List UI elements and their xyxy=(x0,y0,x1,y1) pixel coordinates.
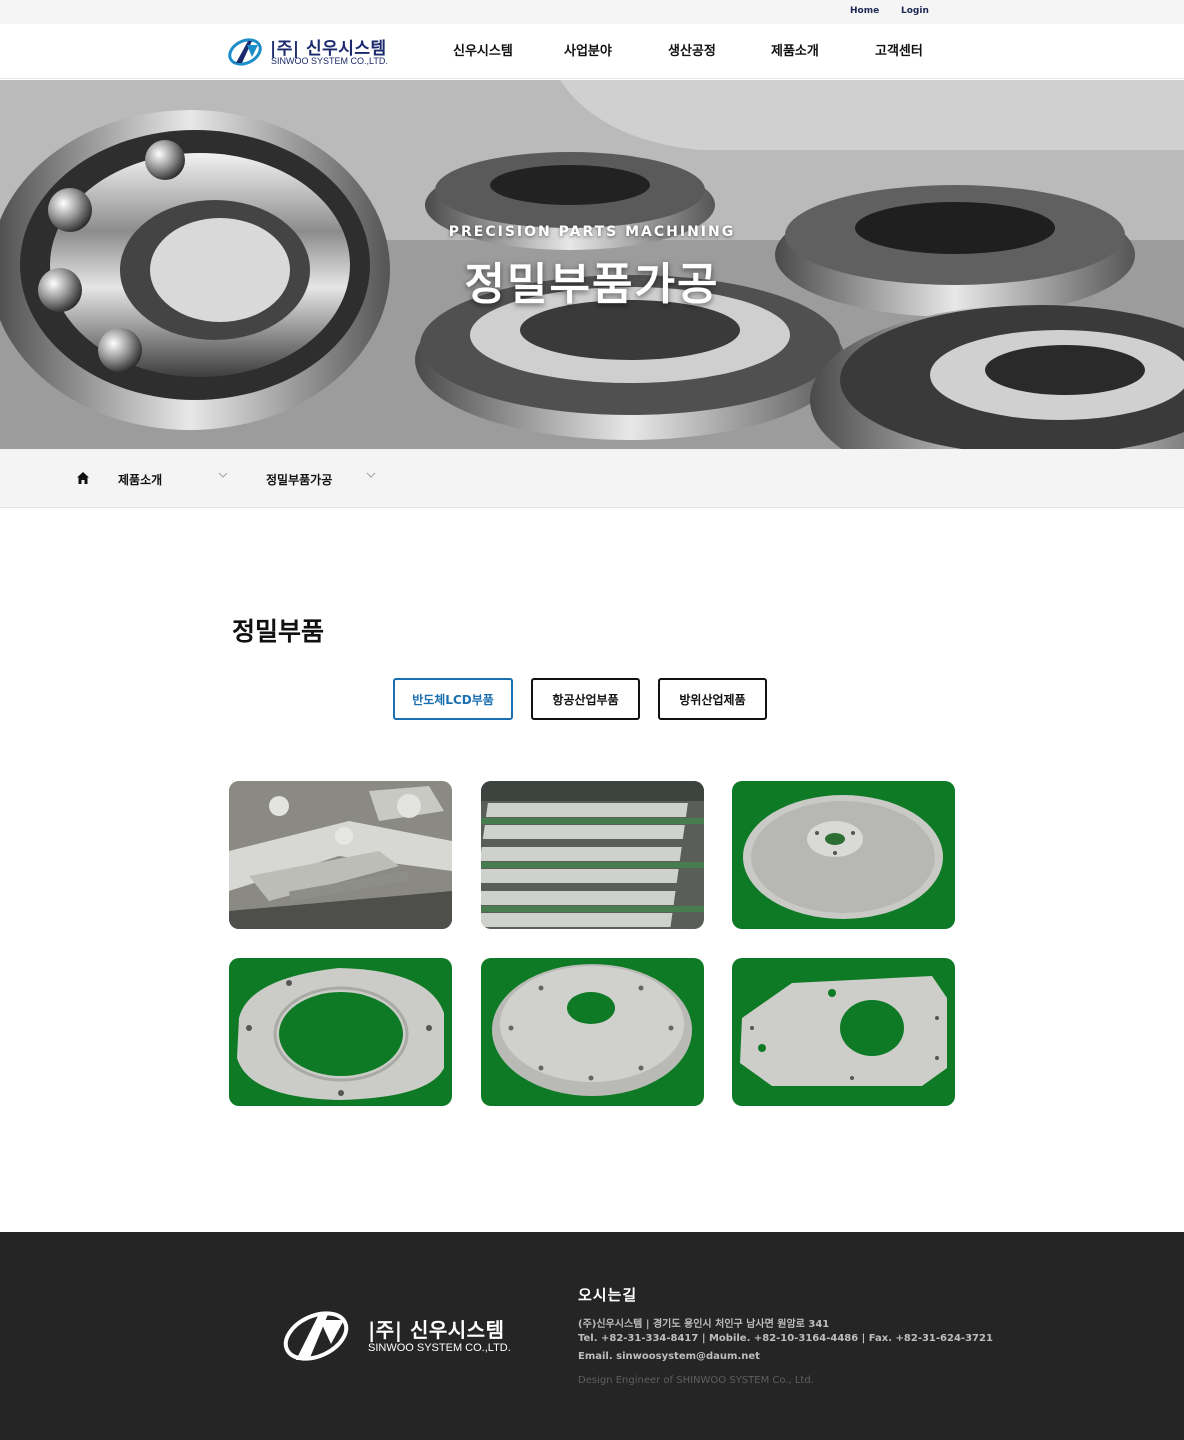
product-thumbnail[interactable] xyxy=(732,781,955,929)
site-footer: |주| 신우시스템 SINWOO SYSTEM CO.,LTD. 오시는길 (주… xyxy=(0,1232,1184,1440)
hero-banner: PRECISION PARTS MACHINING 정밀부품가공 xyxy=(0,80,1184,449)
product-thumbnail[interactable] xyxy=(481,958,704,1106)
logo-mark-icon xyxy=(283,1311,349,1361)
nav-products[interactable]: 제품소개 xyxy=(771,40,819,59)
nav-business[interactable]: 사업분야 xyxy=(564,40,612,59)
login-link[interactable]: Login xyxy=(901,6,929,16)
home-icon[interactable] xyxy=(76,471,90,485)
nav-company[interactable]: 신우시스템 xyxy=(453,40,513,59)
home-link[interactable]: Home xyxy=(850,6,879,16)
hero-title: 정밀부품가공 xyxy=(464,259,720,310)
nav-support[interactable]: 고객센터 xyxy=(875,40,923,59)
footer-contact: Tel. +82-31-334-8417 | Mobile. +82-10-31… xyxy=(578,1333,993,1344)
section-title: 정밀부품 xyxy=(232,617,325,646)
site-header: |주| 신우시스템 SINWOO SYSTEM CO.,LTD. 신우시스템 사… xyxy=(0,24,1184,79)
footer-email: Email. sinwoosystem@daum.net xyxy=(578,1351,760,1362)
chevron-down-icon[interactable] xyxy=(366,470,376,480)
tab-aerospace[interactable]: 항공산업부품 xyxy=(531,678,640,720)
footer-copyright: Design Engineer of SHINWOO SYSTEM Co., L… xyxy=(578,1375,814,1386)
breadcrumb-level1[interactable]: 제품소개 xyxy=(118,471,162,488)
footer-title: 오시는길 xyxy=(578,1286,638,1304)
footer-logo-korean: |주| 신우시스템 xyxy=(368,1318,505,1342)
product-thumbnail[interactable] xyxy=(229,958,452,1106)
product-thumbnail[interactable] xyxy=(732,958,955,1106)
tab-defense[interactable]: 방위산업제품 xyxy=(658,678,767,720)
breadcrumb-level2[interactable]: 정밀부품가공 xyxy=(266,471,332,488)
nav-production[interactable]: 생산공정 xyxy=(668,40,716,59)
footer-logo: |주| 신우시스템 SINWOO SYSTEM CO.,LTD. xyxy=(282,1304,522,1364)
site-logo[interactable]: |주| 신우시스템 SINWOO SYSTEM CO.,LTD. xyxy=(228,33,398,69)
logo-english-text: SINWOO SYSTEM CO.,LTD. xyxy=(271,56,388,66)
footer-address: (주)신우시스템 | 경기도 용인시 처인구 남사면 원암로 341 xyxy=(578,1319,830,1330)
breadcrumb: 제품소개 정밀부품가공 xyxy=(0,449,1184,508)
hero-subtitle: PRECISION PARTS MACHINING xyxy=(448,224,736,240)
chevron-down-icon[interactable] xyxy=(218,470,228,480)
tab-semiconductor-lcd[interactable]: 반도체LCD부품 xyxy=(393,678,513,720)
logo-mark-icon xyxy=(228,38,262,66)
product-thumbnail[interactable] xyxy=(229,781,452,929)
utility-bar: Home Login xyxy=(0,0,1184,24)
product-thumbnail[interactable] xyxy=(481,781,704,929)
footer-logo-english: SINWOO SYSTEM CO.,LTD. xyxy=(368,1342,511,1354)
